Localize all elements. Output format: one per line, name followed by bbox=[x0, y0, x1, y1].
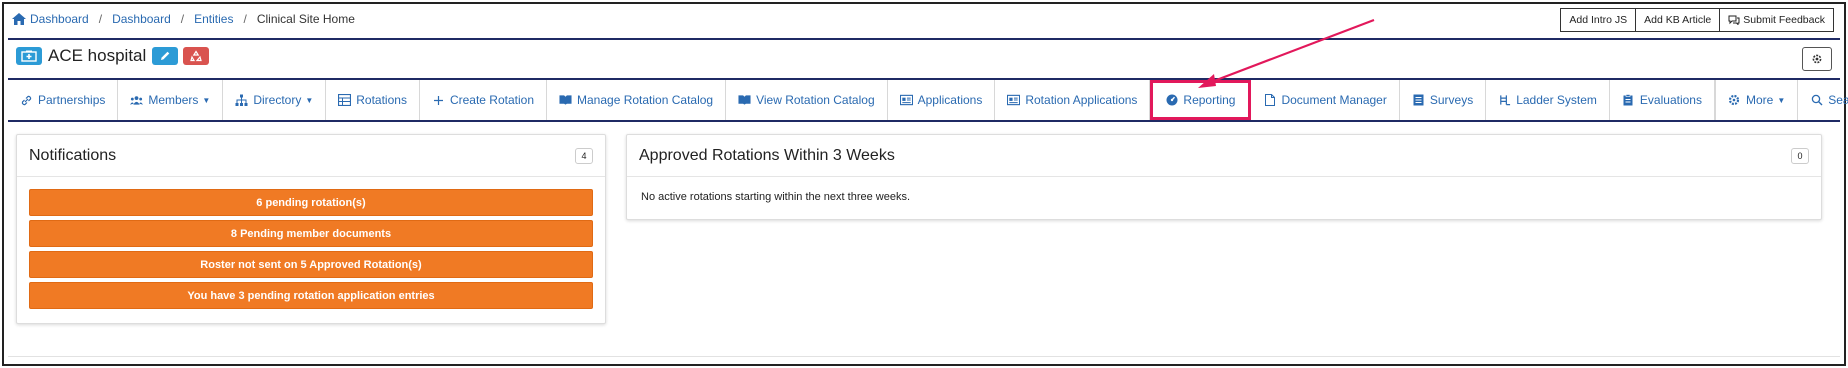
notification-item[interactable]: 8 Pending member documents bbox=[29, 220, 593, 247]
search-icon bbox=[1810, 94, 1823, 107]
edit-button[interactable] bbox=[152, 47, 179, 65]
nav-ladder-system[interactable]: Ladder System bbox=[1486, 80, 1610, 120]
breadcrumb-link-home[interactable]: Dashboard bbox=[12, 12, 89, 26]
footer-divider bbox=[8, 356, 1840, 357]
nav-reporting[interactable]: Reporting bbox=[1150, 80, 1252, 120]
book-open-icon bbox=[559, 94, 572, 107]
recycle-button[interactable] bbox=[183, 47, 210, 65]
nav-label: Applications bbox=[917, 93, 983, 107]
add-kb-article-button[interactable]: Add KB Article bbox=[1636, 8, 1721, 32]
top-button-group: Add Intro JS Add KB Article Submit Feedb… bbox=[1560, 8, 1834, 32]
pencil-icon bbox=[161, 51, 170, 60]
notifications-card: Notifications 4 6 pending rotation(s) 8 … bbox=[16, 134, 606, 324]
settings-button[interactable] bbox=[1802, 47, 1832, 71]
nav-partnerships[interactable]: Partnerships bbox=[8, 80, 119, 120]
caret-down-icon: ▼ bbox=[1777, 95, 1786, 105]
home-icon bbox=[12, 13, 26, 25]
submit-feedback-button[interactable]: Submit Feedback bbox=[1720, 8, 1834, 32]
notifications-title: Notifications bbox=[29, 146, 117, 164]
nav-label: More bbox=[1745, 93, 1774, 107]
nav-more[interactable]: More ▼ bbox=[1716, 80, 1799, 120]
nav-create-rotation[interactable]: Create Rotation bbox=[420, 80, 547, 120]
link-icon bbox=[20, 94, 33, 107]
nav-label: Document Manager bbox=[1281, 93, 1387, 107]
nav-label: Members bbox=[148, 93, 199, 107]
notification-item[interactable]: 6 pending rotation(s) bbox=[29, 189, 593, 216]
recycle-icon bbox=[190, 50, 203, 62]
submit-feedback-label: Submit Feedback bbox=[1743, 14, 1825, 26]
book-open-icon bbox=[738, 94, 751, 107]
notification-item[interactable]: Roster not sent on 5 Approved Rotation(s… bbox=[29, 251, 593, 278]
breadcrumb-link-entities[interactable]: Entities bbox=[194, 12, 233, 26]
caret-down-icon: ▼ bbox=[305, 95, 314, 105]
breadcrumb-separator: / bbox=[243, 12, 247, 26]
nav-applications[interactable]: Applications bbox=[888, 80, 996, 120]
plus-icon bbox=[432, 94, 445, 107]
approved-rotations-message: No active rotations starting within the … bbox=[641, 191, 911, 203]
nav-view-rotation-catalog[interactable]: View Rotation Catalog bbox=[726, 80, 888, 120]
list-icon bbox=[1412, 94, 1425, 107]
gear-icon bbox=[1812, 54, 1822, 64]
approved-rotations-title: Approved Rotations Within 3 Weeks bbox=[639, 146, 895, 164]
breadcrumb: Dashboard / Dashboard / Entities / Clini… bbox=[12, 10, 355, 28]
dashboard-gauge-icon bbox=[1165, 94, 1178, 107]
nav-label: Surveys bbox=[1429, 93, 1474, 107]
nav-label: Create Rotation bbox=[449, 93, 534, 107]
nav-rotation-applications[interactable]: Rotation Applications bbox=[995, 80, 1151, 120]
nav-evaluations[interactable]: Evaluations bbox=[1610, 80, 1715, 120]
add-intro-js-button[interactable]: Add Intro JS bbox=[1560, 8, 1637, 32]
nav-label: View Rotation Catalog bbox=[756, 93, 875, 107]
page-title-row: ACE hospital bbox=[16, 46, 210, 66]
header-divider bbox=[8, 38, 1840, 40]
sitemap-icon bbox=[235, 94, 248, 107]
nav-manage-rotation-catalog[interactable]: Manage Rotation Catalog bbox=[547, 80, 727, 120]
nav-rotations[interactable]: Rotations bbox=[326, 80, 420, 120]
nav-directory[interactable]: Directory ▼ bbox=[223, 80, 327, 120]
nav-surveys[interactable]: Surveys bbox=[1400, 80, 1487, 120]
notifications-list: 6 pending rotation(s) 8 Pending member d… bbox=[17, 177, 605, 309]
approved-rotations-count-badge: 0 bbox=[1791, 147, 1809, 164]
clipboard-icon bbox=[1622, 94, 1635, 107]
nav-search[interactable]: Search ▼ bbox=[1798, 80, 1848, 120]
nav-label: Directory bbox=[253, 93, 302, 107]
id-card-icon bbox=[1007, 94, 1021, 107]
nav-label: Search bbox=[1828, 93, 1848, 107]
nav-document-manager[interactable]: Document Manager bbox=[1251, 80, 1400, 120]
table-icon bbox=[338, 94, 352, 107]
gear-icon bbox=[1728, 94, 1741, 107]
nav-label: Reporting bbox=[1183, 93, 1236, 107]
feedback-icon bbox=[1728, 15, 1740, 25]
breadcrumb-current: Clinical Site Home bbox=[256, 12, 355, 26]
hospital-icon bbox=[16, 47, 42, 65]
nav-label: Partnerships bbox=[38, 93, 106, 107]
nav-label: Evaluations bbox=[1639, 93, 1702, 107]
nav-label: Rotation Applications bbox=[1025, 93, 1138, 107]
nav-label: Ladder System bbox=[1516, 93, 1597, 107]
approved-rotations-card: Approved Rotations Within 3 Weeks 0 No a… bbox=[626, 134, 1822, 220]
page-title: ACE hospital bbox=[48, 46, 147, 65]
notifications-header: Notifications 4 bbox=[17, 135, 605, 177]
breadcrumb-link-dashboard[interactable]: Dashboard bbox=[112, 12, 171, 26]
ladder-icon bbox=[1498, 94, 1511, 107]
breadcrumb-separator: / bbox=[98, 12, 103, 26]
approved-rotations-header: Approved Rotations Within 3 Weeks 0 bbox=[627, 135, 1821, 177]
file-icon bbox=[1263, 94, 1276, 107]
notification-item[interactable]: You have 3 pending rotation application … bbox=[29, 282, 593, 309]
entity-navbar: Partnerships Members ▼ Directory ▼ Rotat… bbox=[8, 78, 1848, 122]
id-card-icon bbox=[899, 94, 913, 107]
nav-label: Rotations bbox=[356, 93, 407, 107]
notifications-count-badge: 4 bbox=[575, 147, 593, 164]
breadcrumb-separator: / bbox=[180, 12, 185, 26]
nav-label: Manage Rotation Catalog bbox=[577, 93, 714, 107]
nav-members[interactable]: Members ▼ bbox=[118, 80, 224, 120]
users-icon bbox=[130, 94, 144, 107]
caret-down-icon: ▼ bbox=[202, 95, 211, 105]
breadcrumb-label: Dashboard bbox=[30, 12, 89, 26]
